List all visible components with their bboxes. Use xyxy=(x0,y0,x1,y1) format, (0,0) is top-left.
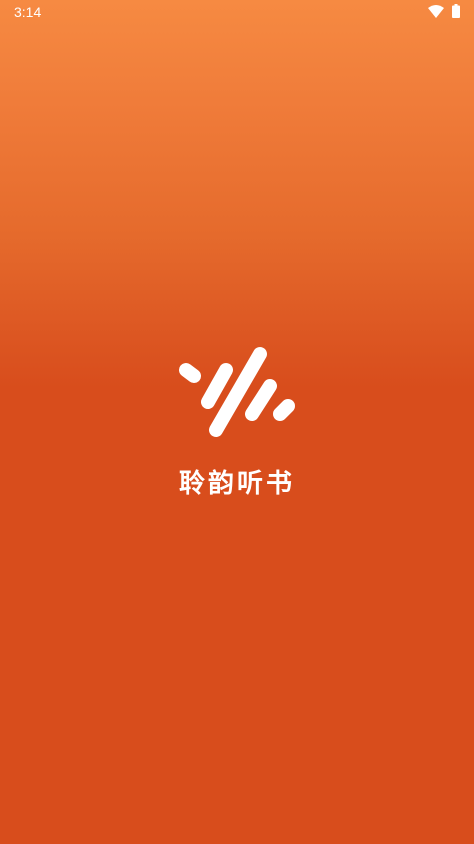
app-name: 聆韵听书 xyxy=(178,469,295,499)
sound-wave-logo-icon xyxy=(179,347,295,437)
splash-screen: 聆韵听书 xyxy=(0,0,474,844)
